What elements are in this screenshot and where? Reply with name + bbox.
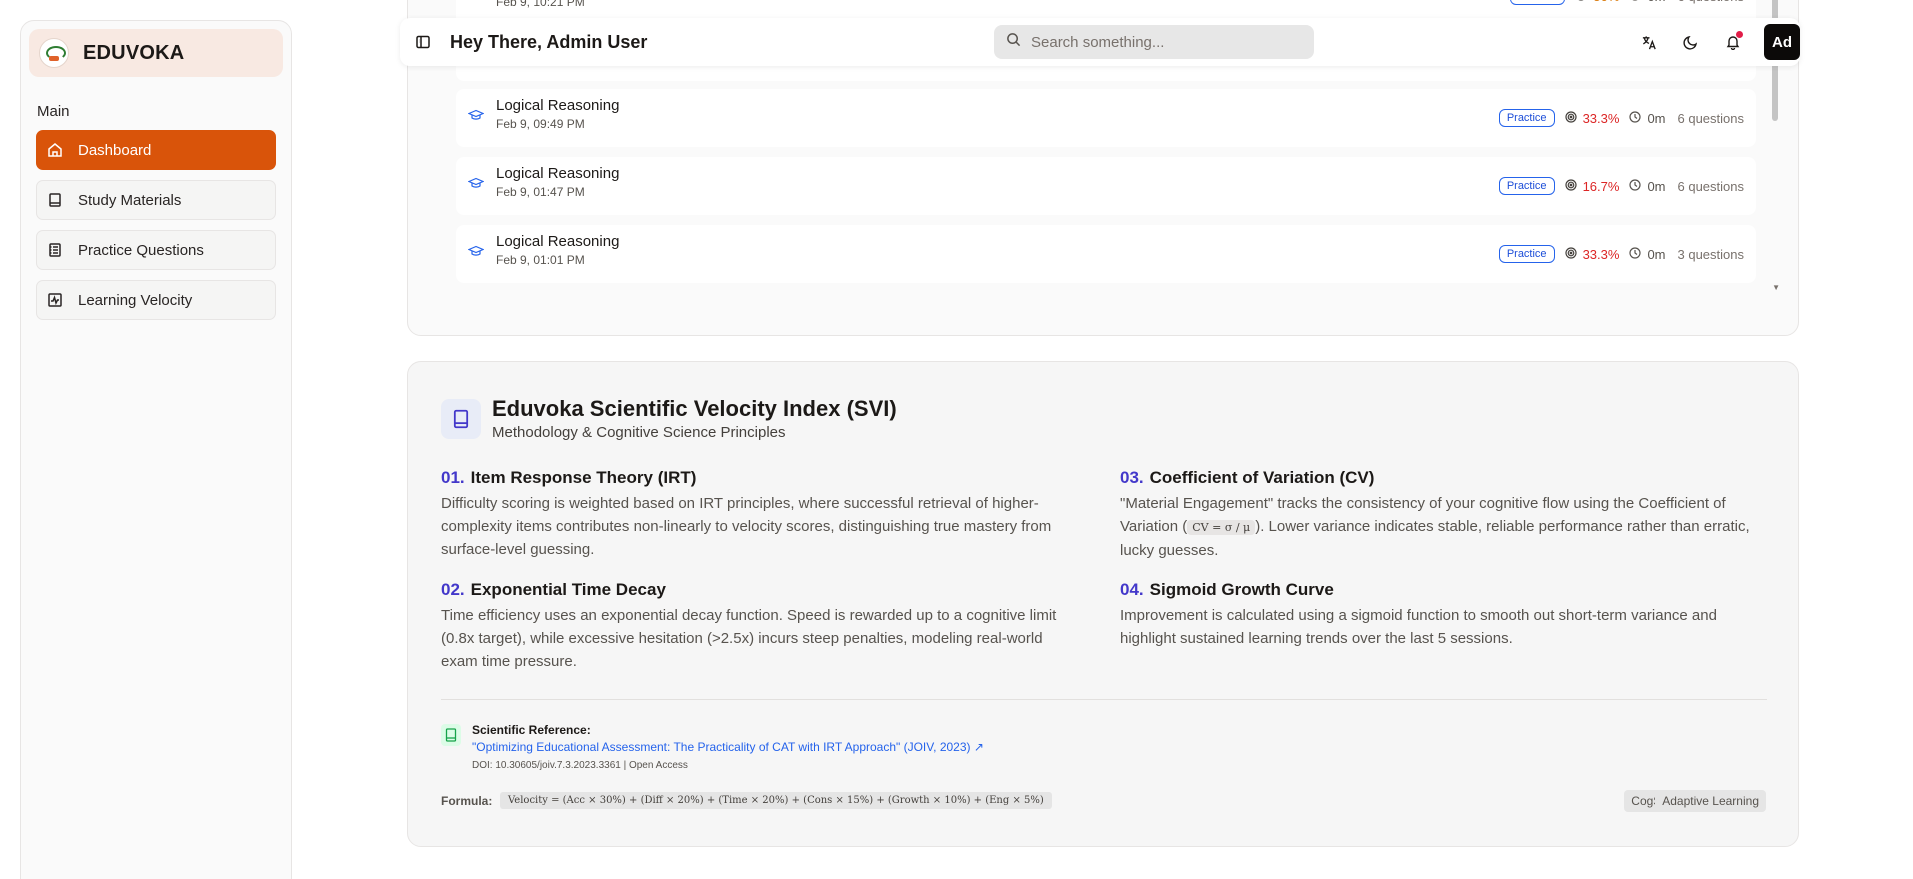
principle-irt: 01. Item Response Theory (IRT) Difficulty…	[441, 468, 1081, 561]
sidebar-item-label: Learning Velocity	[78, 291, 193, 309]
reference-book-icon	[441, 724, 461, 746]
session-row[interactable]: Logical Reasoning Feb 9, 09:49 PM Practice…	[456, 89, 1756, 147]
session-date: Feb 9, 01:01 PM	[496, 253, 585, 267]
session-row[interactable]: Logical Reasoning Feb 9, 01:47 PM Practice…	[456, 157, 1756, 215]
session-score: 33.3%	[1582, 246, 1620, 262]
principle-heading: 04. Sigmoid Growth Curve	[1120, 580, 1334, 599]
session-meta: Practice 33.3% 0m 3 questions	[1498, 245, 1745, 263]
session-score: 16.7%	[1582, 178, 1620, 194]
practice-badge: Practice	[1498, 177, 1555, 195]
session-meta: Practice 50% 0m 6 questions	[1509, 0, 1745, 5]
session-questions: 6 questions	[1678, 0, 1745, 4]
principle-time-decay: 02. Exponential Time Decay Time efficienc…	[441, 580, 1081, 673]
search-input[interactable]	[1031, 33, 1291, 51]
translate-icon[interactable]	[1638, 31, 1660, 53]
session-questions: 3 questions	[1677, 246, 1745, 262]
principle-body: Time efficiency uses an exponential deca…	[441, 607, 1057, 670]
principle-cv: 03. Coefficient of Variation (CV) "Materi…	[1120, 468, 1760, 562]
session-title: Logical Reasoning	[496, 165, 620, 182]
principle-sigmoid: 04. Sigmoid Growth Curve Improvement is c…	[1120, 580, 1760, 650]
target-icon	[1564, 246, 1577, 262]
graduation-cap-icon	[468, 0, 484, 6]
session-questions: 6 questions	[1677, 178, 1745, 194]
graduation-cap-icon	[467, 109, 485, 128]
clock-icon	[1629, 0, 1641, 4]
sidebar-item-label: Practice Questions	[78, 241, 204, 259]
clock-icon	[1629, 246, 1642, 262]
activity-icon	[47, 292, 63, 308]
reference-link[interactable]: "Optimizing Educational Assessment: The …	[472, 740, 984, 754]
principle-heading: 01. Item Response Theory (IRT)	[441, 468, 697, 487]
notebook-icon	[47, 242, 63, 258]
svi-methodology-card: Eduvoka Scientific Velocity Index (SVI) …	[407, 361, 1799, 847]
session-time: 0m	[1647, 246, 1666, 262]
sidebar-item-dashboard[interactable]: Dashboard	[36, 130, 276, 170]
session-questions: 6 questions	[1677, 110, 1745, 126]
svi-title: Eduvoka Scientific Velocity Index (SVI)	[492, 396, 897, 421]
graduation-cap-icon	[467, 177, 485, 196]
formula-value: Velocity = (Acc × 30%) + (Diff × 20%) + …	[500, 792, 1052, 809]
book-icon	[441, 399, 481, 439]
sidebar-item-study-materials[interactable]: Study Materials	[36, 180, 276, 220]
session-date: Feb 9, 01:47 PM	[496, 185, 585, 199]
target-icon	[1575, 0, 1587, 4]
sidebar-item-practice-questions[interactable]: Practice Questions	[36, 230, 276, 270]
avatar[interactable]: Ad	[1764, 24, 1800, 60]
dark-mode-icon[interactable]	[1680, 31, 1702, 53]
practice-badge: Practice	[1498, 109, 1555, 127]
session-row[interactable]: Logical Reasoning Feb 9, 01:01 PM Practice…	[456, 225, 1756, 283]
book-icon	[47, 192, 63, 208]
notification-dot	[1736, 31, 1743, 38]
practice-badge: Practice	[1509, 0, 1566, 5]
sidebar-item-learning-velocity[interactable]: Learning Velocity	[36, 280, 276, 320]
practice-badge: Practice	[1498, 245, 1555, 263]
session-title: Logical Reasoning	[496, 97, 620, 114]
principle-body: Difficulty scoring is weighted based on …	[441, 495, 1052, 558]
reference-label: Scientific Reference:	[472, 723, 591, 737]
reference-doi: DOI: 10.30605/joiv.7.3.2023.3361 | Open …	[472, 760, 688, 771]
sidebar-item-label: Dashboard	[78, 141, 152, 159]
session-meta: Practice 33.3% 0m 6 questions	[1498, 109, 1745, 127]
formula-label: Formula:	[441, 794, 493, 808]
session-score: 33.3%	[1582, 110, 1620, 126]
principle-body: Improvement is calculated using a sigmoi…	[1120, 607, 1717, 647]
session-meta: Practice 16.7% 0m 6 questions	[1498, 177, 1745, 195]
search-icon	[1006, 32, 1021, 52]
top-header: Hey There, Admin User Ad	[400, 18, 1800, 66]
scroll-down-arrow[interactable]: ▼	[1772, 283, 1780, 292]
sidebar-toggle-icon[interactable]	[412, 31, 434, 53]
session-date: Feb 9, 10:21 PM	[496, 0, 585, 9]
header-actions: Ad	[1638, 24, 1800, 60]
session-score: 50%	[1593, 0, 1619, 4]
session-time: 0m	[1647, 0, 1665, 4]
cv-formula: CV = σ / μ	[1187, 520, 1256, 535]
principle-body: "Material Engagement" tracks the consist…	[1120, 495, 1750, 559]
home-icon	[47, 142, 63, 158]
session-time: 0m	[1647, 110, 1666, 126]
clock-icon	[1629, 178, 1642, 194]
search-box[interactable]	[994, 25, 1314, 59]
session-title: Logical Reasoning	[496, 233, 620, 250]
target-icon	[1564, 178, 1577, 194]
target-icon	[1564, 110, 1577, 126]
session-date: Feb 9, 09:49 PM	[496, 117, 585, 131]
brand[interactable]: EDUVOKA	[29, 29, 283, 77]
brand-name: EDUVOKA	[83, 41, 185, 64]
divider	[441, 699, 1767, 700]
principle-heading: 03. Coefficient of Variation (CV)	[1120, 468, 1375, 487]
bell-icon[interactable]	[1722, 31, 1744, 53]
svi-subtitle: Methodology & Cognitive Science Principl…	[492, 424, 786, 441]
greeting: Hey There, Admin User	[450, 31, 648, 52]
clock-icon	[1629, 110, 1642, 126]
principle-heading: 02. Exponential Time Decay	[441, 580, 666, 599]
brand-logo	[39, 38, 69, 68]
nav-section-label: Main	[37, 103, 70, 120]
sidebar-item-label: Study Materials	[78, 191, 182, 209]
tag-adaptive-learning: Adaptive Learning	[1655, 790, 1766, 812]
session-time: 0m	[1647, 178, 1666, 194]
sidebar: EDUVOKA Main Dashboard Study Materials P…	[20, 20, 292, 879]
graduation-cap-icon	[467, 245, 485, 264]
